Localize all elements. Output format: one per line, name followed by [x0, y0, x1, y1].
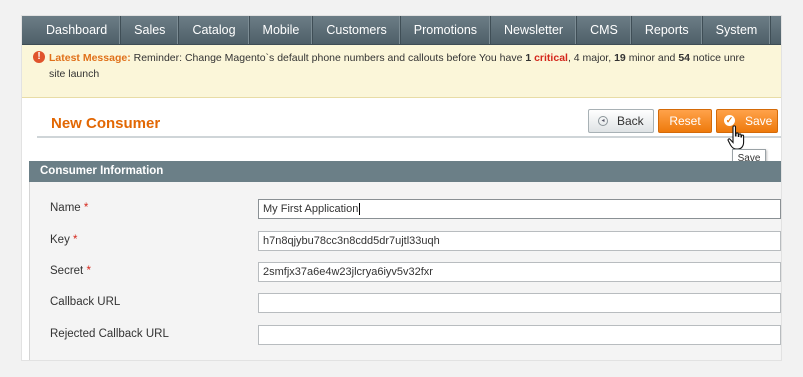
hand-cursor-icon: [727, 125, 745, 150]
name-field[interactable]: My First Application: [258, 199, 781, 219]
rejected-callback-url-label: Rejected Callback URL: [50, 328, 169, 340]
nav-system[interactable]: System: [703, 16, 772, 44]
secret-label: Secret *: [50, 265, 91, 277]
notice-summary-lead: You have: [479, 52, 523, 64]
latest-message-prefix: Latest Message:: [49, 52, 131, 64]
nav-reports[interactable]: Reports: [632, 16, 703, 44]
save-button[interactable]: ✓ Save: [716, 109, 778, 133]
title-divider: [37, 136, 781, 138]
nav-dashboard[interactable]: Dashboard: [22, 16, 122, 44]
secret-field-value: 2smfjx37a6e4w23jlcrya6iyv5v32fxr: [263, 266, 433, 278]
nav-customers[interactable]: Customers: [313, 16, 401, 44]
name-field-value: My First Application: [263, 203, 359, 215]
section-header: Consumer Information: [29, 161, 781, 182]
required-asterisk: *: [86, 265, 91, 277]
notice-count: 54: [678, 52, 690, 64]
minor-label[interactable]: minor and: [629, 52, 676, 64]
notice-label[interactable]: notice unre: [693, 52, 745, 64]
required-asterisk: *: [83, 202, 89, 214]
major-count[interactable]: 4 major,: [574, 52, 611, 64]
minor-count: 19: [614, 52, 626, 64]
key-field-value: h7n8qjybu78cc3n8cdd5dr7ujtl33uqh: [263, 235, 440, 247]
required-asterisk: *: [73, 234, 78, 246]
nav-cms[interactable]: CMS: [577, 16, 632, 44]
back-button-label: Back: [617, 114, 644, 128]
reset-button[interactable]: Reset: [658, 109, 712, 133]
admin-window: Dashboard Sales Catalog Mobile Customers…: [22, 16, 781, 360]
nav-catalog[interactable]: Catalog: [179, 16, 250, 44]
latest-message-body[interactable]: Reminder: Change Magento`s default phone…: [134, 52, 477, 64]
key-label: Key *: [50, 234, 78, 246]
back-arrow-icon: ◂: [598, 116, 608, 126]
callback-url-label: Callback URL: [50, 296, 121, 308]
key-field[interactable]: h7n8qjybu78cc3n8cdd5dr7ujtl33uqh: [258, 231, 781, 251]
text-caret: [359, 203, 361, 216]
nav-promotions[interactable]: Promotions: [401, 16, 492, 44]
nav-sales[interactable]: Sales: [121, 16, 180, 44]
nav-newsletter[interactable]: Newsletter: [491, 16, 578, 44]
critical-link[interactable]: critical: [534, 52, 568, 64]
name-label: Name *: [50, 202, 89, 214]
callback-url-field[interactable]: [258, 293, 781, 313]
system-message-bar: ! Latest Message: Reminder: Change Magen…: [22, 45, 781, 98]
critical-count: 1: [525, 52, 532, 64]
top-navigation: Dashboard Sales Catalog Mobile Customers…: [22, 16, 781, 45]
section-title: Consumer Information: [40, 165, 164, 177]
save-button-label: Save: [745, 114, 773, 128]
latest-message-line2: site launch: [49, 68, 100, 80]
back-button[interactable]: ◂ Back: [588, 109, 654, 133]
rejected-callback-url-field[interactable]: [258, 325, 781, 345]
nav-mobile[interactable]: Mobile: [250, 16, 314, 44]
page-title: New Consumer: [51, 115, 161, 132]
latest-message-text: Latest Message: Reminder: Change Magento…: [49, 52, 745, 64]
alert-icon: !: [33, 51, 45, 63]
secret-field[interactable]: 2smfjx37a6e4w23jlcrya6iyv5v32fxr: [258, 262, 781, 282]
